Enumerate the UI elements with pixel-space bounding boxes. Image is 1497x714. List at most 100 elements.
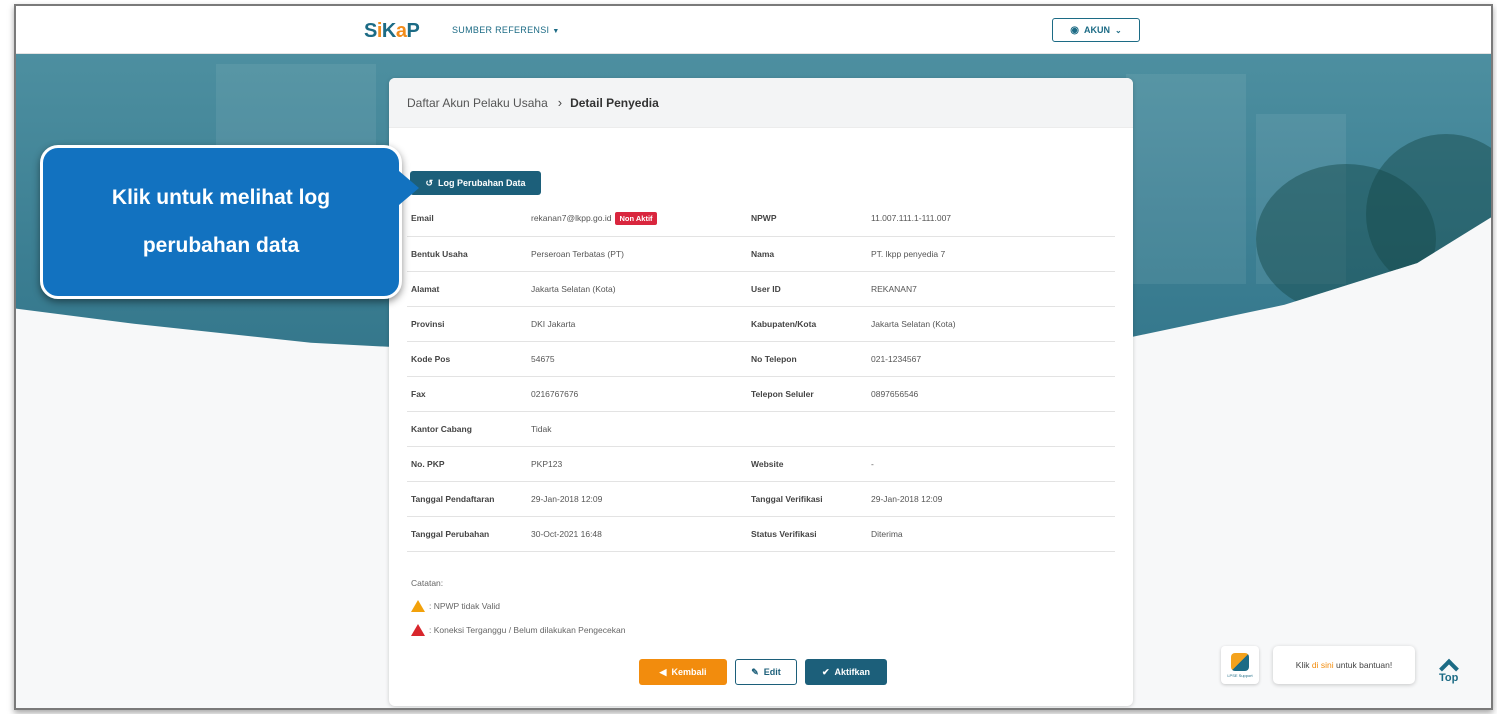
field-label: Bentuk Usaha [407, 236, 527, 272]
callout-line-2: perubahan data [142, 234, 300, 257]
field-value-text: 29-Jan-2018 12:09 [871, 493, 943, 504]
field-label-text: Kabupaten/Kota [751, 318, 817, 329]
sikap-logo[interactable]: SiKaP [364, 20, 420, 43]
caret-down-icon: ▼ [552, 28, 560, 35]
field-label-text: Tanggal Perubahan [411, 528, 490, 539]
field-label-text: Fax [411, 388, 426, 399]
field-value: - [867, 446, 1115, 482]
field-label: Website [747, 446, 867, 482]
field-label: No Telepon [747, 341, 867, 377]
field-value: Tidak [527, 411, 747, 447]
scroll-top-button[interactable]: Top [1438, 656, 1459, 684]
field-value-text: Diterima [871, 528, 903, 539]
field-value: 29-Jan-2018 12:09 [867, 481, 1115, 517]
field-value: PKP123 [527, 446, 747, 482]
field-value-text: 0897656546 [871, 388, 919, 399]
field-value-text: REKANAN7 [871, 283, 917, 294]
chevron-down-icon: ⌄ [1115, 25, 1122, 35]
table-row: Provinsi DKI Jakarta Kabupaten/Kota Jakarta… [407, 306, 1115, 342]
akun-button[interactable]: ◉ AKUN ⌄ [1052, 18, 1140, 42]
notes-section: Catatan: : NPWP tidak Valid : Koneksi Te… [411, 578, 625, 636]
field-value [867, 411, 1115, 447]
field-value-text: 30-Oct-2021 16:48 [531, 528, 602, 539]
field-value: 0897656546 [867, 376, 1115, 412]
breadcrumb: Daftar Akun Pelaku Usaha › Detail Penyed… [389, 78, 1133, 128]
edit-button[interactable]: ✎ Edit [735, 659, 797, 685]
field-label: Tanggal Pendaftaran [407, 481, 527, 517]
warning-orange-icon [411, 600, 425, 612]
check-icon: ✔ [821, 666, 830, 677]
field-value: 54675 [527, 341, 747, 377]
back-circle-icon: ◀ [659, 666, 667, 677]
sumber-referensi-menu[interactable]: SUMBER REFERENSI ▼ [452, 25, 560, 35]
field-value-text: rekanan7@lkpp.go.id [531, 212, 612, 223]
field-value-text: 0216767676 [531, 388, 579, 399]
note-koneksi: : Koneksi Terganggu / Belum dilakukan Pe… [411, 624, 625, 636]
field-label: Kode Pos [407, 341, 527, 377]
lpse-support-logo[interactable]: LPSE Support [1221, 646, 1259, 684]
log-button-label: Log Perubahan Data [438, 178, 526, 188]
edit-label: Edit [763, 667, 781, 677]
user-circle-icon: ◉ [1070, 24, 1080, 36]
field-value: 29-Jan-2018 12:09 [527, 481, 747, 517]
field-value: Diterima [867, 516, 1115, 552]
note-npwp-text: : NPWP tidak Valid [429, 601, 501, 611]
field-value: PT. lkpp penyedia 7 [867, 236, 1115, 272]
kembali-label: Kembali [671, 667, 707, 677]
field-label-text: Tanggal Pendaftaran [411, 493, 495, 504]
log-perubahan-data-button[interactable]: ↺ Log Perubahan Data [410, 171, 541, 195]
table-row: Tanggal Pendaftaran 29-Jan-2018 12:09 Tang… [407, 481, 1115, 517]
field-label: Status Verifikasi [747, 516, 867, 552]
tutorial-callout: Klik untuk melihat log perubahan data [40, 145, 402, 299]
breadcrumb-parent-link[interactable]: Daftar Akun Pelaku Usaha [407, 96, 548, 110]
field-value: Jakarta Selatan (Kota) [867, 306, 1115, 342]
field-label-text: Website [751, 458, 784, 469]
help-bubble[interactable]: Klik di sini untuk bantuan! [1273, 646, 1415, 684]
field-value-text: Jakarta Selatan (Kota) [871, 318, 956, 329]
field-value-text: Perseroan Terbatas (PT) [531, 248, 624, 259]
top-navbar: SiKaP SUMBER REFERENSI ▼ ◉ AKUN ⌄ [16, 6, 1491, 54]
sumber-referensi-label: SUMBER REFERENSI [452, 25, 550, 35]
field-label: NPWP [747, 201, 867, 237]
field-value-text: 021-1234567 [871, 353, 922, 364]
logo-letter: P [406, 20, 420, 42]
table-row: Email rekanan7@lkpp.go.id Non Aktif NPWP 11.… [407, 201, 1115, 237]
kembali-button[interactable]: ◀ Kembali [639, 659, 727, 685]
field-value-text: - [871, 458, 874, 469]
field-label: Alamat [407, 271, 527, 307]
table-row: Kantor Cabang Tidak [407, 411, 1115, 447]
field-value-text: 11.007.111.1-111.007 [871, 213, 952, 224]
help-link[interactable]: di sini [1312, 660, 1334, 670]
field-value: 30-Oct-2021 16:48 [527, 516, 747, 552]
akun-label: AKUN [1084, 25, 1111, 35]
aktifkan-button[interactable]: ✔ Aktifkan [805, 659, 887, 685]
field-value: 021-1234567 [867, 341, 1115, 377]
field-label-text: Status Verifikasi [751, 528, 817, 539]
field-label: Nama [747, 236, 867, 272]
field-value: 0216767676 [527, 376, 747, 412]
field-value-text: Tidak [531, 423, 552, 434]
table-row: No. PKP PKP123 Website - [407, 446, 1115, 482]
detail-table: Email rekanan7@lkpp.go.id Non Aktif NPWP 11.… [407, 201, 1115, 552]
field-value-text: Jakarta Selatan (Kota) [531, 283, 616, 294]
table-row: Fax 0216767676 Telepon Seluler 0897656546 [407, 376, 1115, 412]
lpse-shield-icon [1231, 652, 1249, 671]
field-label-text: User ID [751, 283, 781, 294]
field-label: Email [407, 201, 527, 237]
field-value-text: DKI Jakarta [531, 318, 576, 329]
field-label-text: Bentuk Usaha [411, 248, 468, 259]
field-value: 11.007.111.1-111.007 [867, 201, 1115, 237]
field-label: Tanggal Verifikasi [747, 481, 867, 517]
note-koneksi-text: : Koneksi Terganggu / Belum dilakukan Pe… [429, 625, 626, 635]
field-value: rekanan7@lkpp.go.id Non Aktif [527, 201, 747, 237]
field-label: Fax [407, 376, 527, 412]
aktifkan-label: Aktifkan [834, 667, 871, 677]
field-label [747, 411, 867, 447]
table-row: Kode Pos 54675 No Telepon 021-1234567 [407, 341, 1115, 377]
field-value: DKI Jakarta [527, 306, 747, 342]
field-label-text: Nama [751, 248, 775, 259]
table-row: Bentuk Usaha Perseroan Terbatas (PT) Nama P… [407, 236, 1115, 272]
note-npwp: : NPWP tidak Valid [411, 600, 625, 612]
detail-card: Daftar Akun Pelaku Usaha › Detail Penyed… [389, 78, 1133, 706]
field-label: Kabupaten/Kota [747, 306, 867, 342]
